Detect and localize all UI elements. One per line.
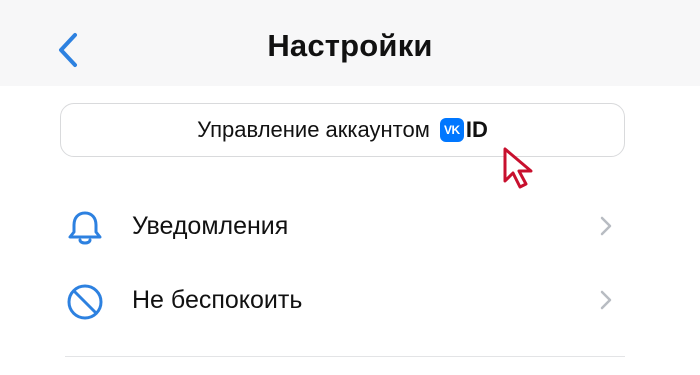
page-title: Настройки [267,28,433,63]
chevron-right-icon [600,290,612,310]
vk-logo-icon: VK [439,118,464,142]
bell-icon [68,211,102,245]
vk-id-text: ID [465,117,488,142]
do-not-disturb-icon [67,284,103,320]
mouse-cursor-icon [503,147,533,189]
header: Настройки [0,0,700,86]
menu-item-do-not-disturb[interactable]: Не беспокоить [0,270,700,330]
chevron-right-icon [600,216,612,236]
divider [65,356,625,357]
manage-account-label: Управление аккаунтом [197,117,430,142]
settings-screen: Настройки Управление аккаунтом VK ID Уве… [0,0,700,375]
menu-item-notifications[interactable]: Уведомления [0,196,700,256]
menu-item-label: Уведомления [132,212,289,240]
menu-item-label: Не беспокоить [132,286,303,314]
